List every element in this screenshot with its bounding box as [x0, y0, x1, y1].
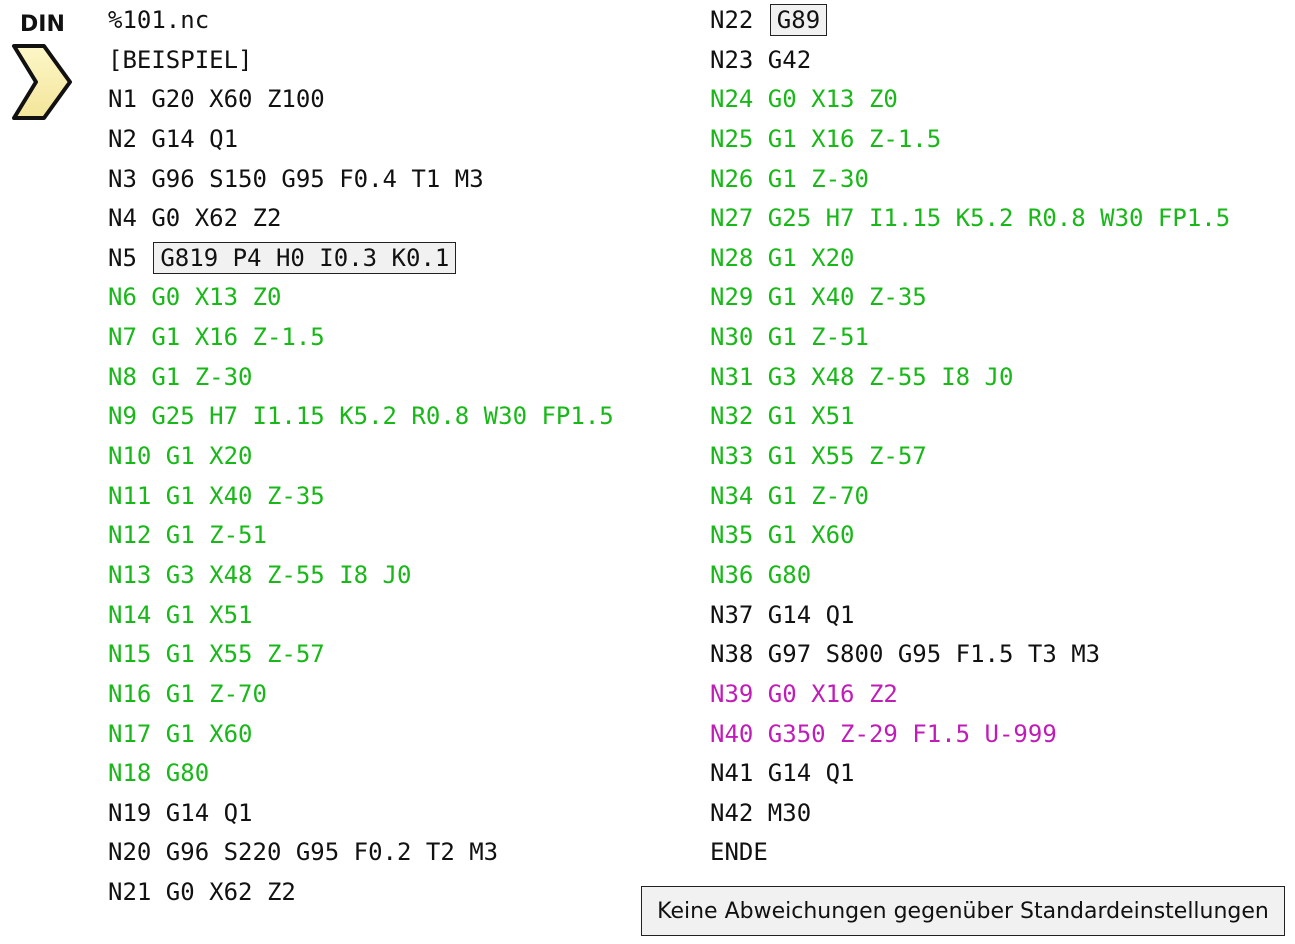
program-line[interactable]: N17 G1 X60 — [108, 715, 614, 755]
program-line[interactable]: N31 G3 X48 Z-55 I8 J0 — [710, 358, 1230, 398]
program-line[interactable]: N41 G14 Q1 — [710, 754, 1230, 794]
program-line[interactable]: N10 G1 X20 — [108, 437, 614, 477]
line-text: N7 G1 X16 Z-1.5 — [108, 323, 325, 352]
program-line[interactable]: N36 G80 — [710, 556, 1230, 596]
line-text: N38 G97 S800 G95 F1.5 T3 M3 — [710, 640, 1101, 669]
program-line[interactable]: N22 G89 — [710, 1, 1230, 41]
line-text: N28 G1 X20 — [710, 243, 855, 272]
program-column-left: %101.nc [BEISPIEL] N1 G20 X60 Z100 N2 G14 Q… — [108, 1, 614, 913]
line-text: N23 G42 — [710, 45, 812, 74]
program-line[interactable]: N9 G25 H7 I1.15 K5.2 R0.8 W30 FP1.5 — [108, 397, 614, 437]
line-text: N42 M30 — [710, 798, 812, 827]
line-text: N36 G80 — [710, 560, 812, 589]
line-text: N11 G1 X40 Z-35 — [108, 481, 325, 510]
program-line[interactable]: N32 G1 X51 — [710, 397, 1230, 437]
program-line[interactable]: N11 G1 X40 Z-35 — [108, 477, 614, 517]
program-line[interactable]: N7 G1 X16 Z-1.5 — [108, 318, 614, 358]
program-line[interactable]: N8 G1 Z-30 — [108, 358, 614, 398]
line-text: N26 G1 Z-30 — [710, 164, 869, 193]
line-text: N27 G25 H7 I1.15 K5.2 R0.8 W30 FP1.5 — [710, 204, 1231, 233]
line-text: N40 G350 Z-29 F1.5 U-999 — [710, 719, 1057, 748]
line-text: %101.nc — [108, 6, 210, 34]
line-text: N17 G1 X60 — [108, 719, 253, 748]
program-line[interactable]: N28 G1 X20 — [710, 239, 1230, 279]
program-line[interactable]: N16 G1 Z-70 — [108, 675, 614, 715]
line-text: N33 G1 X55 Z-57 — [710, 442, 927, 471]
program-line[interactable]: N29 G1 X40 Z-35 — [710, 278, 1230, 318]
line-text: N13 G3 X48 Z-55 I8 J0 — [108, 560, 412, 589]
line-text: N9 G25 H7 I1.15 K5.2 R0.8 W30 FP1.5 — [108, 402, 614, 431]
program-line[interactable]: N35 G1 X60 — [710, 516, 1230, 556]
program-line[interactable]: N1 G20 X60 Z100 — [108, 80, 614, 120]
program-line[interactable]: N2 G14 Q1 — [108, 120, 614, 160]
program-line[interactable]: N37 G14 Q1 — [710, 596, 1230, 636]
program-line[interactable]: N12 G1 Z-51 — [108, 516, 614, 556]
line-text: N14 G1 X51 — [108, 600, 253, 629]
line-text: N8 G1 Z-30 — [108, 362, 253, 391]
line-text: N15 G1 X55 Z-57 — [108, 640, 325, 669]
line-text: N31 G3 X48 Z-55 I8 J0 — [710, 362, 1014, 391]
program-line[interactable]: N26 G1 Z-30 — [710, 160, 1230, 200]
status-message: Keine Abweichungen gegenüber Standardein… — [641, 886, 1285, 936]
chevron-right-icon — [12, 44, 72, 120]
line-text: N41 G14 Q1 — [710, 759, 855, 788]
line-text: N16 G1 Z-70 — [108, 679, 267, 708]
line-text: [BEISPIEL] — [108, 45, 253, 74]
highlighted-cycle[interactable]: G819 P4 H0 I0.3 K0.1 — [153, 241, 457, 274]
line-text: N39 G0 X16 Z2 — [710, 679, 898, 708]
program-line[interactable]: N42 M30 — [710, 794, 1230, 834]
line-text: N10 G1 X20 — [108, 442, 253, 471]
line-text: N37 G14 Q1 — [710, 600, 855, 629]
line-text: N18 G80 — [108, 759, 210, 788]
program-line[interactable]: N3 G96 S150 G95 F0.4 T1 M3 — [108, 160, 614, 200]
line-text: N2 G14 Q1 — [108, 124, 239, 153]
line-text: N24 G0 X13 Z0 — [710, 85, 898, 114]
line-text: N4 G0 X62 Z2 — [108, 204, 282, 233]
program-line[interactable]: N40 G350 Z-29 F1.5 U-999 — [710, 715, 1230, 755]
line-text: N19 G14 Q1 — [108, 798, 253, 827]
program-line[interactable]: %101.nc — [108, 1, 614, 41]
line-text: N32 G1 X51 — [710, 402, 855, 431]
line-text: N30 G1 Z-51 — [710, 323, 869, 352]
program-line[interactable]: ENDE — [710, 833, 1230, 873]
program-line[interactable]: N33 G1 X55 Z-57 — [710, 437, 1230, 477]
din-badge: DIN — [4, 6, 76, 122]
program-line[interactable]: N34 G1 Z-70 — [710, 477, 1230, 517]
din-label: DIN — [20, 12, 65, 37]
program-line[interactable]: N21 G0 X62 Z2 — [108, 873, 614, 913]
line-text: N3 G96 S150 G95 F0.4 T1 M3 — [108, 164, 484, 193]
program-line[interactable]: [BEISPIEL] — [108, 41, 614, 81]
program-line[interactable]: N13 G3 X48 Z-55 I8 J0 — [108, 556, 614, 596]
program-line[interactable]: N5 G819 P4 H0 I0.3 K0.1 — [108, 239, 614, 279]
program-line[interactable]: N24 G0 X13 Z0 — [710, 80, 1230, 120]
line-text: N20 G96 S220 G95 F0.2 T2 M3 — [108, 838, 499, 867]
line-text: ENDE — [710, 838, 768, 867]
line-text: N1 G20 X60 Z100 — [108, 85, 325, 114]
program-line[interactable]: N6 G0 X13 Z0 — [108, 278, 614, 318]
program-line[interactable]: N18 G80 — [108, 754, 614, 794]
program-line[interactable]: N38 G97 S800 G95 F1.5 T3 M3 — [710, 635, 1230, 675]
line-text: N35 G1 X60 — [710, 521, 855, 550]
program-line[interactable]: N27 G25 H7 I1.15 K5.2 R0.8 W30 FP1.5 — [710, 199, 1230, 239]
program-line[interactable]: N30 G1 Z-51 — [710, 318, 1230, 358]
line-text: N25 G1 X16 Z-1.5 — [710, 124, 942, 153]
program-line[interactable]: N14 G1 X51 — [108, 596, 614, 636]
highlighted-cycle[interactable]: G89 — [769, 4, 828, 36]
program-line[interactable]: N25 G1 X16 Z-1.5 — [710, 120, 1230, 160]
program-line[interactable]: N39 G0 X16 Z2 — [710, 675, 1230, 715]
line-text: N34 G1 Z-70 — [710, 481, 869, 510]
line-text: N21 G0 X62 Z2 — [108, 878, 296, 907]
line-text: N22 — [710, 6, 768, 34]
program-line[interactable]: N4 G0 X62 Z2 — [108, 199, 614, 239]
line-text: N5 — [108, 243, 152, 272]
line-text: N29 G1 X40 Z-35 — [710, 283, 927, 312]
program-line[interactable]: N19 G14 Q1 — [108, 794, 614, 834]
program-line[interactable]: N15 G1 X55 Z-57 — [108, 635, 614, 675]
line-text: N12 G1 Z-51 — [108, 521, 267, 550]
program-line[interactable]: N23 G42 — [710, 41, 1230, 81]
program-line[interactable]: N20 G96 S220 G95 F0.2 T2 M3 — [108, 833, 614, 873]
program-column-right: N22 G89 N23 G42 N24 G0 X13 Z0 N25 G1 X16 Z-… — [710, 1, 1230, 873]
line-text: N6 G0 X13 Z0 — [108, 283, 282, 312]
